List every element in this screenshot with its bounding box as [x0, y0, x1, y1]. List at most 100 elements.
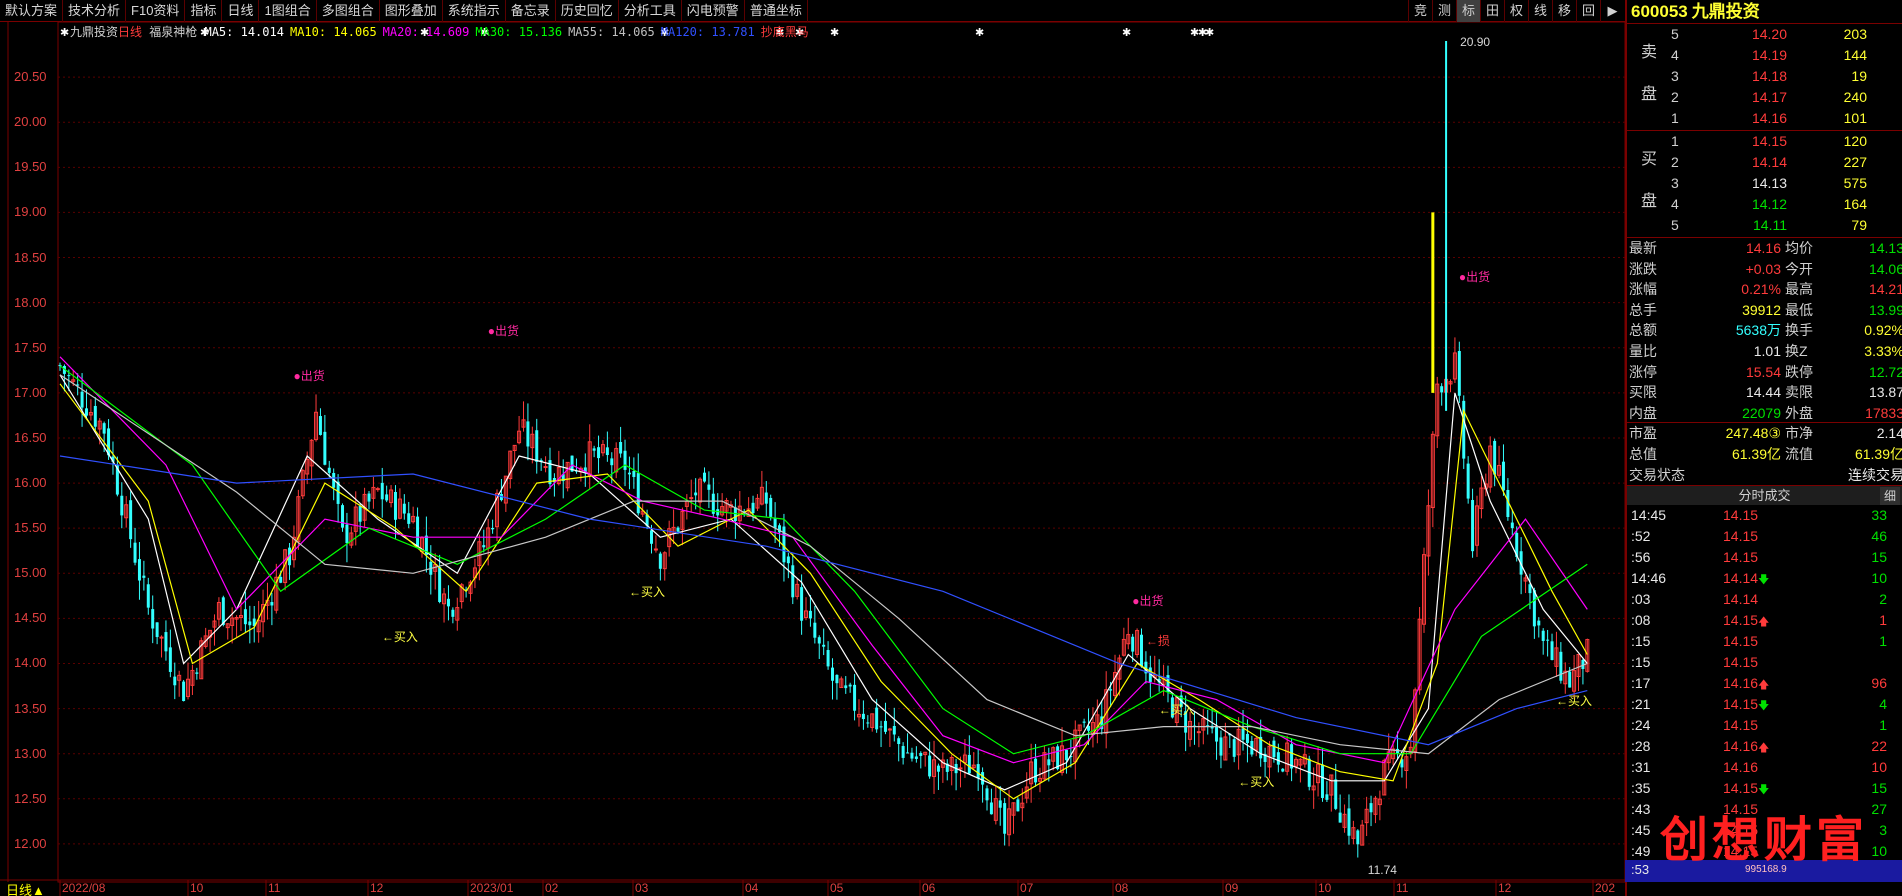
candle-body	[1325, 794, 1329, 800]
book-row[interactable]: 5 14.11 79	[1627, 215, 1902, 236]
y-tick-label: 14.50	[14, 610, 47, 626]
chart-mode-button[interactable]: 回	[1576, 0, 1600, 22]
candle-body	[605, 447, 609, 456]
period-label[interactable]: 日线▲	[6, 880, 45, 896]
toolbar-item[interactable]: 多图组合	[317, 0, 380, 22]
y-tick-label: 20.50	[14, 69, 47, 85]
book-volume: 144	[1843, 47, 1867, 63]
book-row[interactable]: 5 14.20 203	[1627, 24, 1902, 45]
candle-body	[1546, 639, 1550, 641]
toolbar-item[interactable]: 闪电预警	[682, 0, 745, 22]
candle-body	[102, 423, 106, 434]
toolbar-item[interactable]: 系统指示	[443, 0, 506, 22]
tick-row[interactable]: :17 14.16🡅 96	[1627, 673, 1902, 694]
tick-price: 14.15🡇	[1723, 694, 1793, 717]
book-row[interactable]: 4 14.19 144	[1627, 45, 1902, 66]
x-tick-label: 12	[370, 881, 384, 895]
tick-row[interactable]: 14:46 14.14🡇 10	[1627, 568, 1902, 589]
book-price: 14.19	[1751, 47, 1787, 63]
tick-row[interactable]: :08 14.15🡅 1	[1627, 610, 1902, 631]
candle-body	[416, 516, 420, 547]
candle-body	[650, 530, 654, 544]
tick-row[interactable]: :31 14.16 10	[1627, 757, 1902, 778]
book-row[interactable]: 2 14.14 227	[1627, 152, 1902, 173]
toolbar-item[interactable]: 历史回忆	[556, 0, 619, 22]
toolbar-item[interactable]: 技术分析	[63, 0, 127, 22]
buy-annotation: ←买入	[1556, 693, 1593, 708]
y-tick-label: 13.00	[14, 745, 47, 761]
quote-value: 2.14	[1876, 425, 1902, 442]
stop-loss-annotation: ←损	[1145, 633, 1170, 648]
candle-body	[773, 518, 777, 528]
candle-body	[142, 575, 146, 578]
chart-mode-button[interactable]: 移	[1552, 0, 1576, 22]
ticks-detail-button[interactable]: 细	[1880, 487, 1900, 506]
toolbar-item[interactable]: 备忘录	[506, 0, 556, 22]
buy-annotation: ←买入	[1238, 774, 1275, 789]
tick-row[interactable]: 14:45 14.15 33	[1627, 505, 1902, 526]
chart-mode-button[interactable]: 田	[1480, 0, 1504, 22]
candle-body	[526, 421, 530, 447]
candle-body	[243, 609, 247, 625]
quote-row: 总额 5638万 换手 0.92%	[1627, 320, 1902, 341]
tick-price: 14.15	[1723, 526, 1793, 547]
book-row[interactable]: 1 14.15 120	[1627, 131, 1902, 152]
x-tick-label: 2022/08	[62, 881, 106, 895]
book-level: 5	[1671, 26, 1679, 42]
sell-label: 出货	[1139, 594, 1164, 609]
book-row[interactable]: 4 14.12 164	[1627, 194, 1902, 215]
sell-dot-icon: ●	[1132, 594, 1140, 609]
kline-chart[interactable]: ✱ ✱ ✱ ✱ ✱ ✱ ✱ ✱ ✱ ✱ ✱✱✱	[0, 22, 1625, 896]
book-row[interactable]: 1 14.16 101	[1627, 108, 1902, 129]
book-row[interactable]: 3 14.13 575	[1627, 173, 1902, 194]
book-row[interactable]: 2 14.17 240	[1627, 87, 1902, 108]
toolbar-item[interactable]: 指标	[185, 0, 223, 22]
legend-ma: MA120: 13.781	[660, 25, 755, 39]
toolbar-item[interactable]: F10资料	[126, 0, 186, 22]
candle-body	[861, 713, 865, 720]
candle-body	[822, 644, 826, 647]
quote-value: +0.03	[1745, 260, 1781, 277]
x-tick-label: 11	[1396, 881, 1409, 895]
candle-body	[323, 431, 327, 465]
tick-row[interactable]: :35 14.15🡇 15	[1627, 778, 1902, 799]
toolbar-item[interactable]: 默认方案	[0, 0, 64, 22]
tick-row[interactable]: :21 14.15🡇 4	[1627, 694, 1902, 715]
chart-mode-button[interactable]: 竞	[1408, 0, 1432, 22]
candle-body	[1510, 522, 1514, 529]
toolbar-item[interactable]: 分析工具	[619, 0, 682, 22]
chart-mode-button[interactable]: 测	[1432, 0, 1456, 22]
book-volume: 227	[1843, 154, 1867, 170]
candle-body	[985, 788, 989, 801]
candle-body	[195, 672, 199, 674]
chart-mode-button[interactable]: 标	[1456, 0, 1480, 22]
candle-body	[1320, 764, 1324, 798]
candle-body	[883, 720, 887, 732]
toolbar-item[interactable]: 日线	[222, 0, 260, 22]
book-row[interactable]: 3 14.18 19	[1627, 66, 1902, 87]
y-tick-label: 12.50	[14, 790, 47, 806]
chart-mode-button[interactable]: 权	[1504, 0, 1528, 22]
x-tick-label: 07	[1020, 881, 1034, 895]
tick-row[interactable]: :15 14.15 1	[1627, 631, 1902, 652]
toolbar-item[interactable]: 图形叠加	[380, 0, 443, 22]
book-level: 5	[1671, 217, 1679, 233]
toolbar-item[interactable]: 1图组合	[259, 0, 317, 22]
chart-mode-button[interactable]: ▶	[1600, 0, 1624, 22]
candle-body	[1559, 651, 1563, 681]
tick-row[interactable]: :15 14.15	[1627, 652, 1902, 673]
book-price: 14.20	[1751, 26, 1787, 42]
candle-body	[632, 471, 636, 477]
tick-row[interactable]: :24 14.15 1	[1627, 715, 1902, 736]
price-axis: 12.00 12.50 13.00 13.50 14.00 14.50 15.00 15.50…	[0, 22, 58, 882]
toolbar-item[interactable]: 普通坐标	[745, 0, 808, 22]
quote-row: 总值 61.39亿 流值 61.39亿	[1627, 444, 1902, 465]
tick-row[interactable]: :52 14.15 46	[1627, 526, 1902, 547]
book-level: 1	[1671, 133, 1679, 149]
tick-row[interactable]: :56 14.15 15	[1627, 547, 1902, 568]
tick-row[interactable]: :28 14.16🡅 22	[1627, 736, 1902, 757]
chart-mode-button[interactable]: 线	[1528, 0, 1552, 22]
candle-body	[875, 707, 879, 730]
tick-row[interactable]: :03 14.14 2	[1627, 589, 1902, 610]
candle-body	[1347, 808, 1351, 836]
